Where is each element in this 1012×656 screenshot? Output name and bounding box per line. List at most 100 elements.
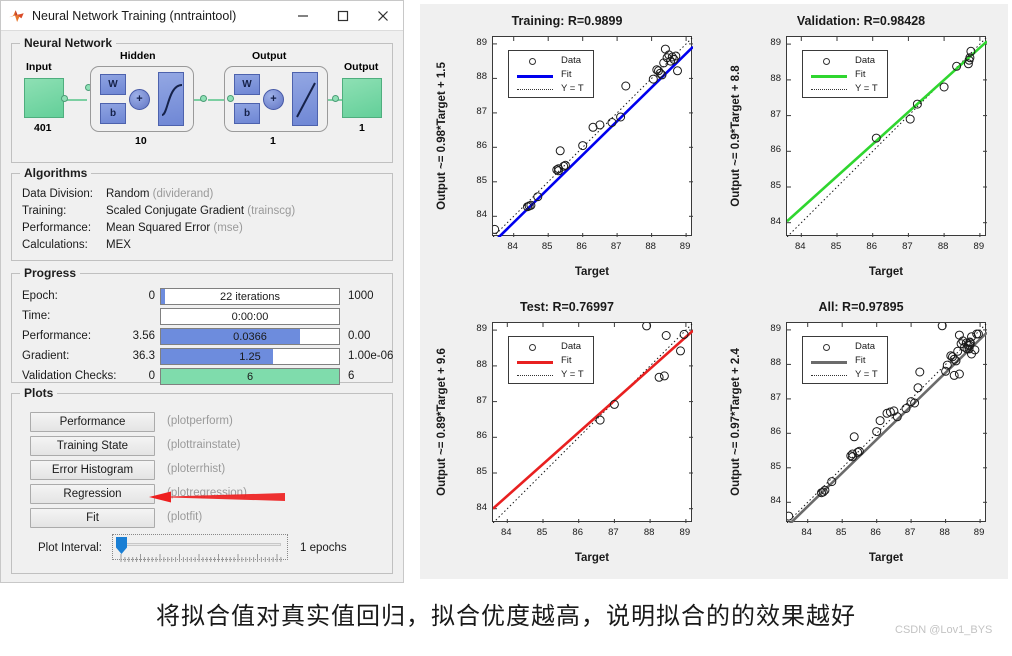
regression-plot-training: Training: R=0.9899 Output ~= 0.98*Target … (420, 8, 714, 294)
plot-title: All: R=0.97895 (818, 300, 904, 314)
plot-title: Validation: R=0.98428 (796, 14, 926, 28)
y-tick-label: 89 (476, 323, 487, 335)
minimize-button[interactable] (283, 1, 323, 31)
x-tick-label: 85 (830, 241, 842, 252)
progress-start-value: 36.3 (132, 350, 155, 362)
progress-label: Validation Checks: (22, 370, 117, 382)
output-size-label: 1 (359, 122, 365, 134)
progress-target-value: 0.00 (348, 330, 371, 342)
plots-panel: Plots Performance (plotperform) Training S… (11, 386, 393, 574)
hidden-transfer-function-block (158, 72, 184, 126)
progress-bar: 0.0366 (160, 328, 340, 345)
nntraintool-window: Neural Network Training (nntraintool) Ne (0, 0, 404, 583)
legend-yt-line (517, 89, 553, 90)
plots-panel-title: Plots (20, 386, 58, 400)
algorithm-key: Training: (22, 205, 67, 217)
x-tick-label: 86 (870, 527, 881, 538)
x-tick-label: 84 (500, 527, 512, 538)
plot-function-name: (plotperform) (167, 415, 233, 427)
legend-label: Fit (855, 69, 866, 80)
plot-button-fit[interactable]: Fit (30, 508, 155, 528)
legend-entry: Data (509, 55, 593, 68)
y-tick-label: 84 (770, 215, 781, 227)
plot-legend: Data Fit Y = T (508, 50, 594, 98)
plot-button-error-histogram[interactable]: Error Histogram (30, 460, 155, 480)
x-tick-label: 84 (507, 241, 518, 252)
x-tick-label: 88 (937, 241, 949, 252)
plot-title: Test: R=0.76997 (520, 300, 614, 314)
legend-label: Fit (855, 355, 866, 366)
x-tick-label: 84 (794, 241, 806, 252)
legend-fit-line (517, 75, 553, 78)
legend-yt-line (811, 89, 847, 90)
progress-start-value: 3.56 (132, 330, 155, 342)
screenshot-root: Neural Network Training (nntraintool) Ne (0, 0, 1012, 656)
legend-label: Y = T (855, 83, 878, 94)
progress-bar-text: 22 iterations (220, 290, 280, 303)
input-label: Input (26, 61, 52, 73)
x-tick-label: 86 (572, 527, 583, 538)
y-tick-label: 85 (476, 174, 487, 186)
x-tick-label: 86 (576, 241, 587, 252)
y-tick-label: 86 (476, 140, 487, 152)
y-tick-label: 87 (770, 108, 781, 120)
plot-button-regression[interactable]: Regression (30, 484, 155, 504)
close-button[interactable] (363, 1, 403, 31)
progress-label: Gradient: (22, 350, 70, 362)
y-tick-label: 87 (770, 391, 781, 403)
y-tick-label: 86 (476, 430, 487, 442)
x-tick-label: 88 (939, 527, 950, 538)
plot-ylabel: Output ~= 0.98*Target + 1.5 (436, 62, 448, 210)
legend-label: Data (561, 55, 582, 66)
x-tick-label: 89 (973, 241, 985, 252)
y-tick-label: 85 (770, 460, 781, 472)
y-tick-label: 88 (476, 71, 487, 83)
progress-bar: 1.25 (160, 348, 340, 365)
plot-button-training-state[interactable]: Training State (30, 436, 155, 456)
legend-label: Data (855, 341, 876, 352)
x-tick-label: 88 (643, 527, 655, 538)
regression-figure: Training: R=0.9899 Output ~= 0.98*Target … (420, 4, 1008, 579)
output-bias-block: b (234, 103, 260, 124)
progress-start-value: 0 (148, 290, 155, 302)
legend-entry: Data (803, 341, 887, 354)
network-diagram: Input 401 Hidden W b + 10 Output W b + 1… (12, 44, 392, 162)
x-tick-label: 85 (536, 527, 548, 538)
plot-title: Training: R=0.9899 (511, 14, 623, 28)
algorithm-value: Scaled Conjugate Gradient (trainscg) (106, 205, 296, 217)
algorithm-value: Random (dividerand) (106, 188, 214, 200)
progress-target-value: 1000 (348, 290, 374, 302)
caption-text: 将拟合值对真实值回归，拟合优度越高，说明拟合的的效果越好 (156, 603, 856, 630)
legend-label: Fit (561, 69, 572, 80)
algorithm-function: (trainscg) (244, 205, 296, 217)
input-block (24, 78, 64, 118)
output-sum-node: + (263, 89, 284, 110)
y-tick-label: 85 (770, 180, 781, 191)
matlab-logo-icon (9, 9, 25, 23)
output-block (342, 78, 382, 118)
legend-fit-line (811, 361, 847, 364)
legend-label: Y = T (855, 369, 878, 380)
progress-bar: 22 iterations (160, 288, 340, 305)
maximize-button[interactable] (323, 1, 363, 31)
slider-track (119, 543, 281, 546)
hidden-weight-block: W (100, 74, 126, 95)
y-tick-label: 89 (770, 322, 781, 334)
plot-interval-slider[interactable] (112, 534, 288, 562)
y-tick-label: 88 (476, 358, 487, 370)
plot-function-name: (plotfit) (167, 511, 203, 523)
output-label: Output (344, 61, 379, 73)
hidden-sum-node: + (129, 89, 150, 110)
progress-target-value: 6 (348, 370, 355, 382)
y-tick-label: 88 (770, 357, 781, 369)
plot-ylabel: Output ~= 0.89*Target + 9.6 (436, 348, 448, 496)
x-tick-label: 87 (902, 241, 913, 252)
legend-label: Y = T (561, 83, 584, 94)
y-tick-label: 84 (476, 501, 487, 513)
plot-button-performance[interactable]: Performance (30, 412, 155, 432)
plot-xlabel: Target (868, 552, 904, 564)
algorithms-panel-title: Algorithms (20, 166, 92, 180)
hidden-bias-block: b (100, 103, 126, 124)
regression-plot-test: Test: R=0.76997 Output ~= 0.89*Target + 9… (420, 294, 714, 580)
window-controls (283, 1, 403, 31)
